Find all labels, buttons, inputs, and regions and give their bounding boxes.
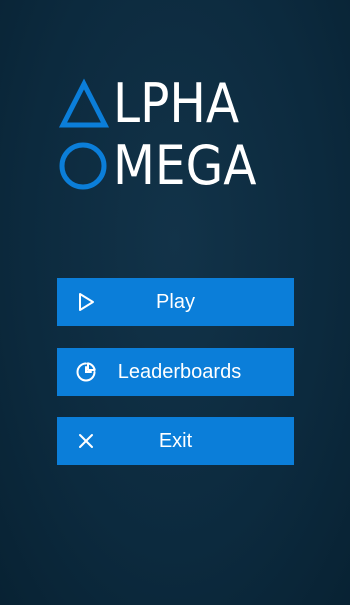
logo-text-omega: MEGA (113, 134, 257, 197)
exit-button-label: Exit (158, 430, 193, 452)
exit-button[interactable]: Exit (57, 417, 294, 465)
play-icon (79, 293, 94, 311)
play-button-label: Play (156, 291, 195, 313)
triangle-icon (59, 78, 109, 128)
game-logo: LPHA MEGA (59, 74, 299, 194)
main-menu: Play Leaderboards Exit (57, 278, 294, 465)
circle-icon (59, 142, 107, 190)
play-button[interactable]: Play (57, 278, 294, 326)
logo-text-alpha: LPHA (113, 72, 240, 135)
pie-chart-icon (76, 362, 96, 382)
leaderboards-button[interactable]: Leaderboards (57, 348, 294, 396)
logo-line-omega: MEGA (59, 138, 273, 194)
leaderboards-button-label: Leaderboards (117, 361, 242, 383)
close-icon (79, 434, 93, 448)
logo-line-alpha: LPHA (59, 76, 253, 132)
